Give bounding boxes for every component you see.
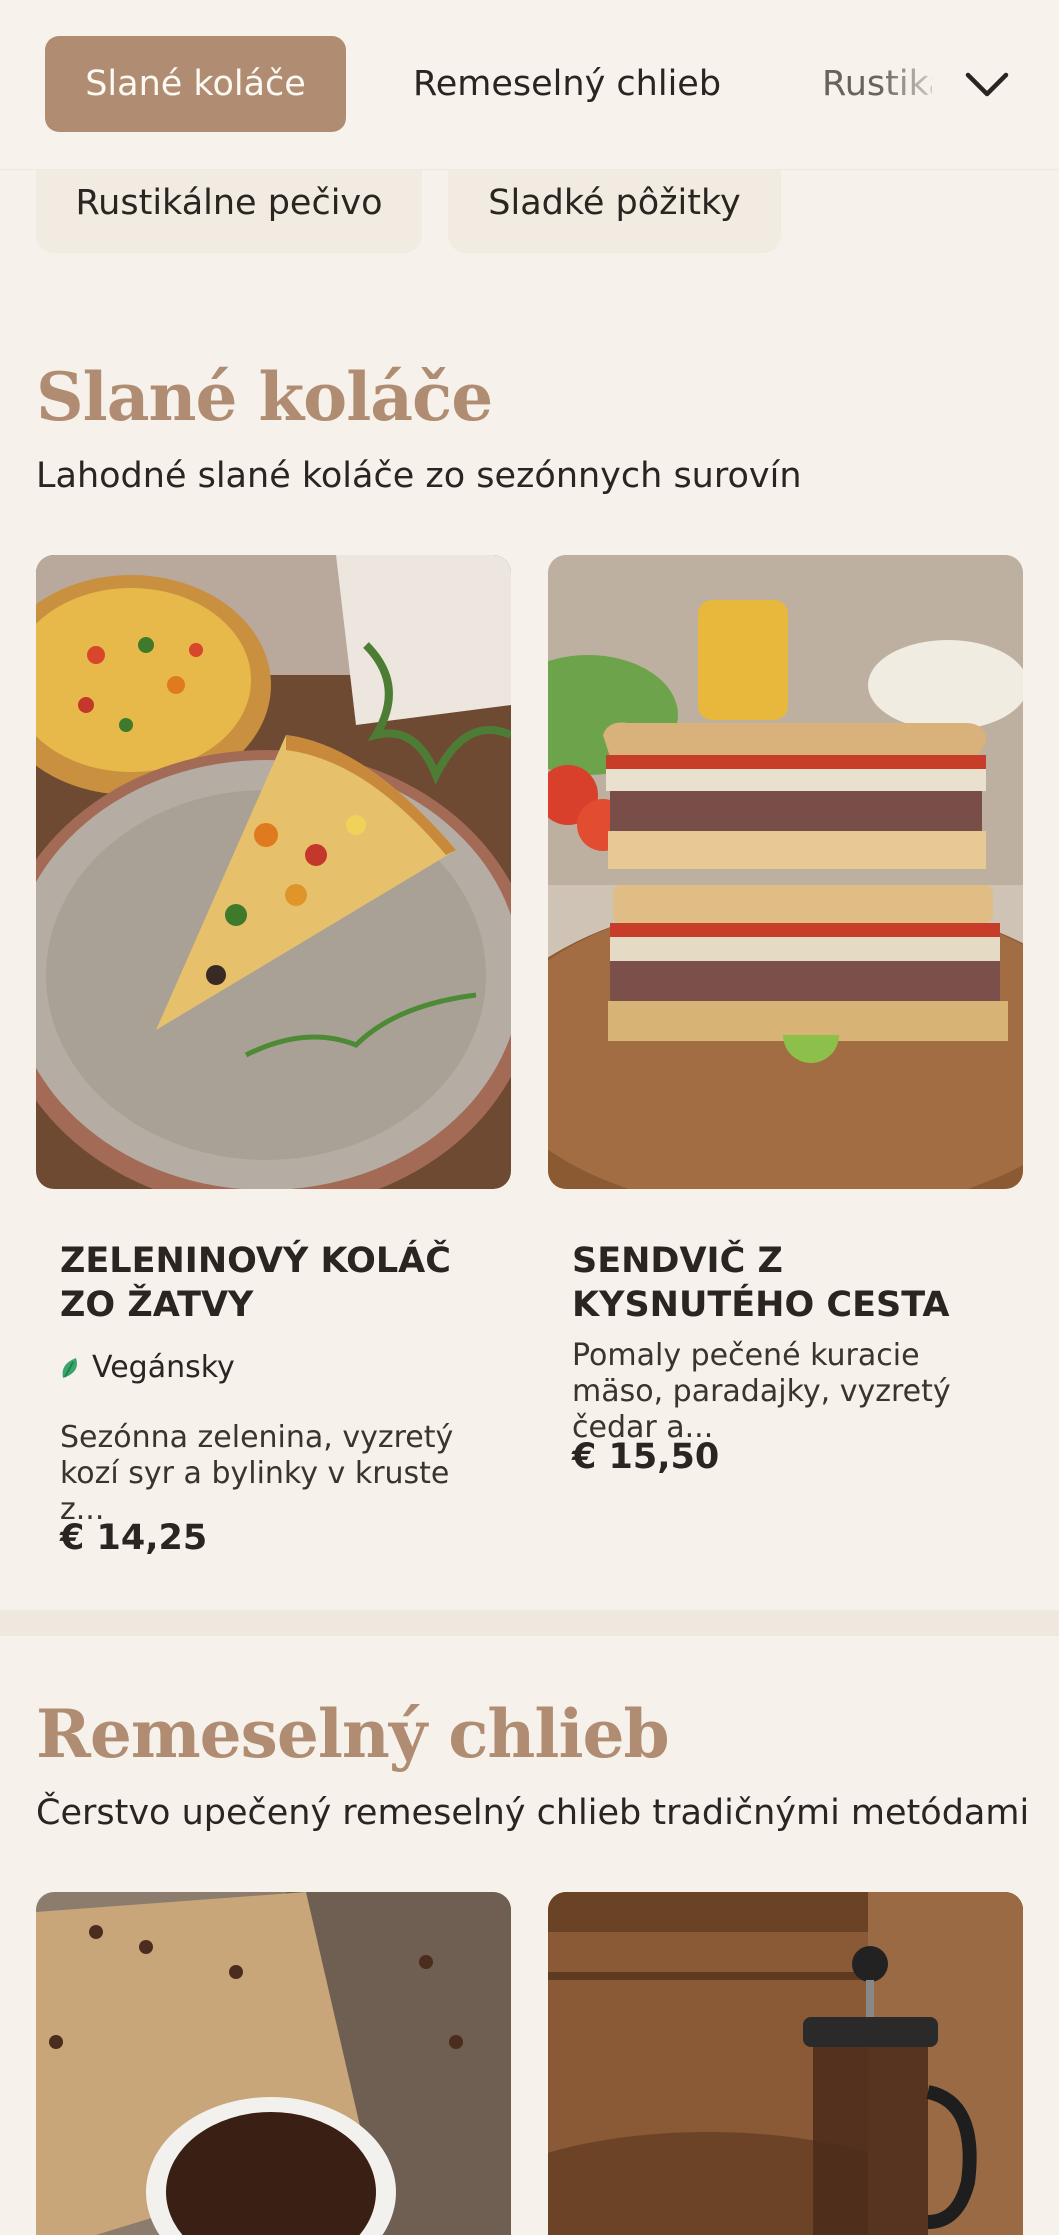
tab-slane-kolace[interactable]: Slané koláče bbox=[45, 36, 346, 132]
vegan-badge: Vegánsky bbox=[60, 1350, 235, 1385]
section-divider bbox=[0, 1610, 1059, 1636]
product-image-coffee[interactable] bbox=[36, 1892, 511, 2235]
section-subtitle-remeselny-chlieb: Čerstvo upečený remeselný chlieb tradičn… bbox=[36, 1793, 1030, 1833]
chip-sladke-pozitky[interactable]: Sladké pôžitky bbox=[448, 168, 781, 253]
section-subtitle-slane-kolace: Lahodné slané koláče zo sezónnych suroví… bbox=[36, 456, 802, 496]
category-tab-bar: Slané koláče Remeselný chlieb Rustikálne… bbox=[0, 0, 1059, 170]
leaf-icon bbox=[62, 1357, 77, 1378]
product-name[interactable]: SENDVIČ Z KYSNUTÉHO CESTA bbox=[572, 1239, 1012, 1327]
product-image-zeleninovy-kolac[interactable] bbox=[36, 555, 511, 1189]
product-image-sendvic[interactable] bbox=[548, 555, 1023, 1189]
tab-fade-overlay bbox=[880, 36, 970, 132]
product-name[interactable]: ZELENINOVÝ KOLÁČ ZO ŽATVY bbox=[60, 1239, 500, 1327]
product-price: € 14,25 bbox=[60, 1518, 208, 1558]
product-description: Sezónna zelenina, vyzretý kozí syr a byl… bbox=[60, 1420, 454, 1527]
section-title-remeselny-chlieb: Remeselný chlieb bbox=[36, 1695, 670, 1773]
product-price: € 15,50 bbox=[572, 1437, 720, 1477]
tab-remeselny-chlieb[interactable]: Remeselný chlieb bbox=[413, 36, 721, 132]
product-description: Pomaly pečené kuracie mäso, paradajky, v… bbox=[572, 1338, 951, 1445]
chip-rustikalne-pecivo[interactable]: Rustikálne pečivo bbox=[36, 168, 422, 253]
chevron-down-icon[interactable] bbox=[962, 60, 1012, 110]
section-title-slane-kolace: Slané koláče bbox=[36, 358, 493, 436]
product-image-french-press[interactable] bbox=[548, 1892, 1023, 2235]
vegan-badge-label: Vegánsky bbox=[92, 1350, 235, 1385]
